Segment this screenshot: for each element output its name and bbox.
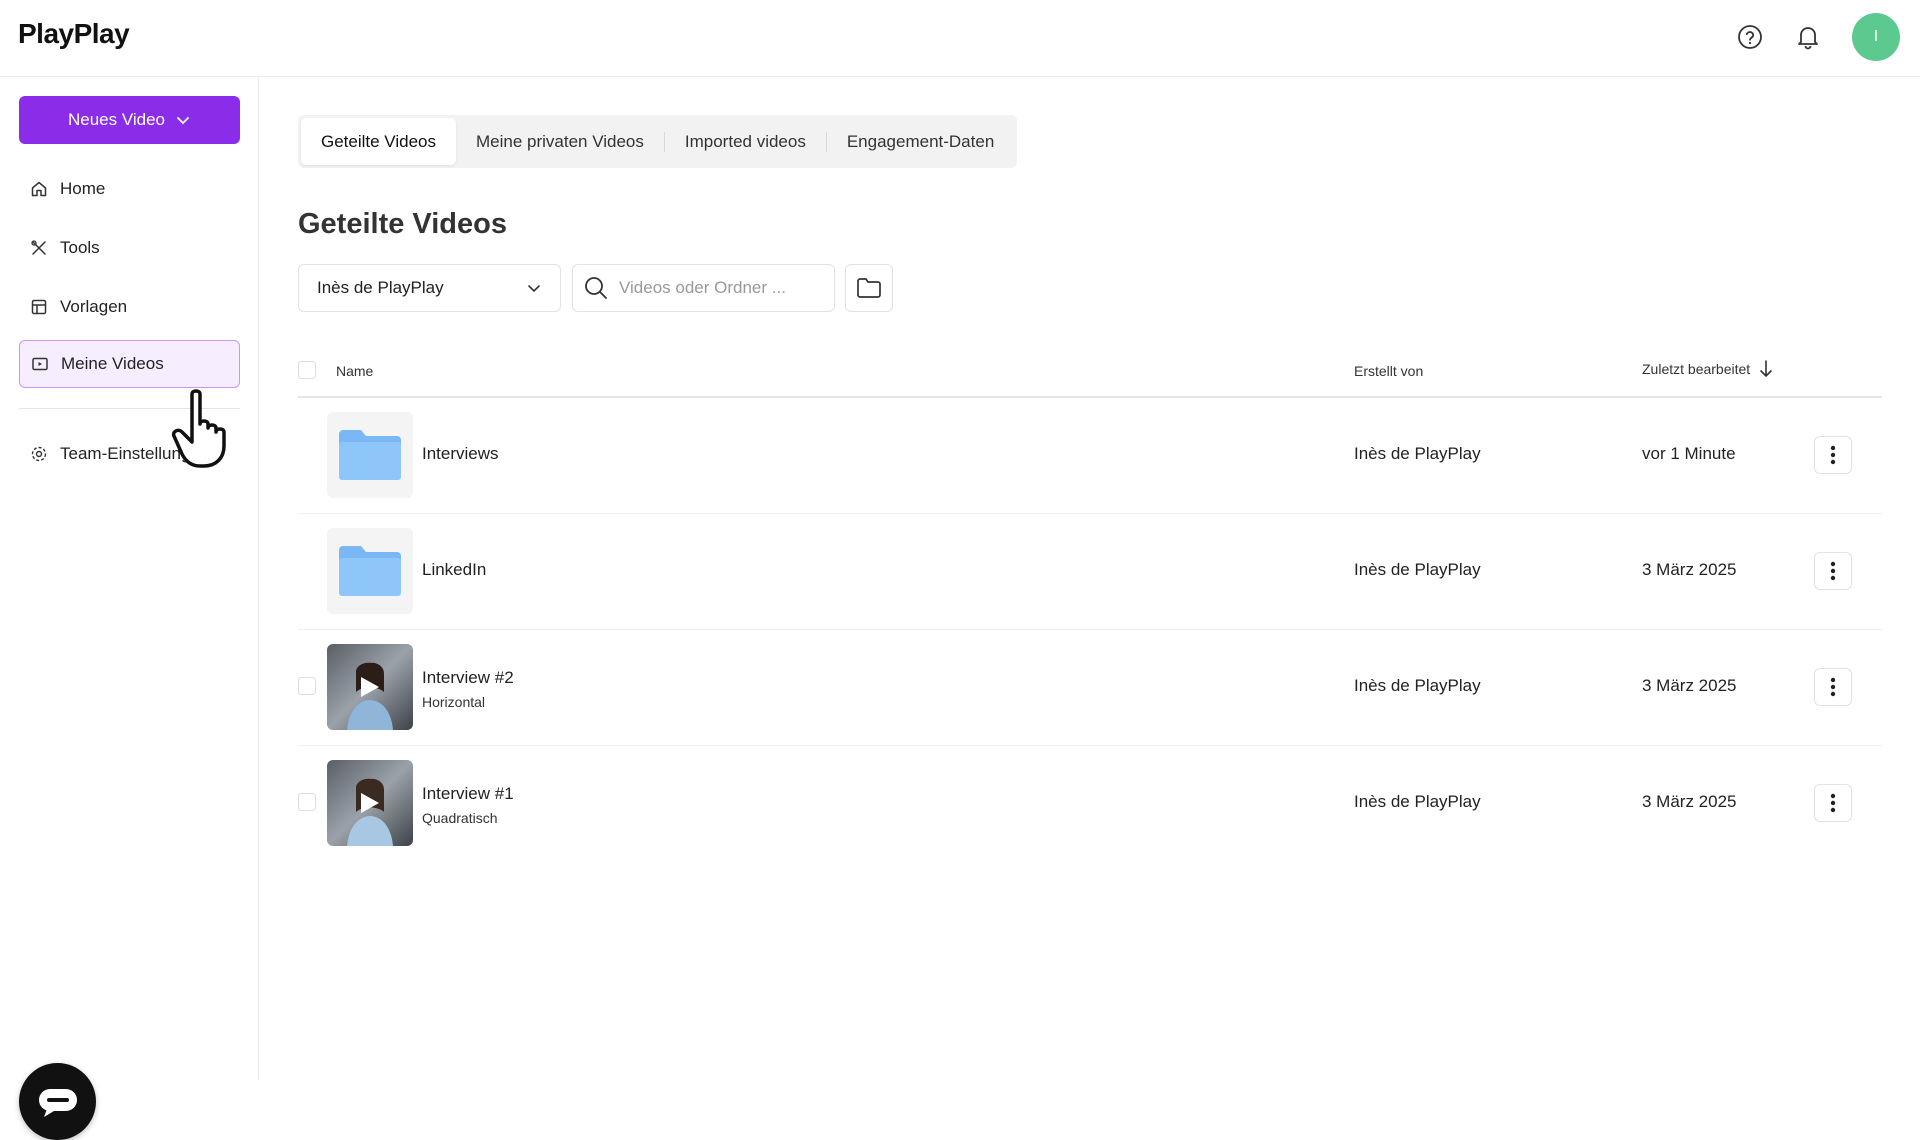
column-header-name[interactable]: Name bbox=[336, 363, 373, 379]
row-title[interactable]: Interview #2 bbox=[422, 668, 514, 688]
folder-icon bbox=[857, 278, 881, 298]
video-icon bbox=[32, 357, 48, 371]
new-folder-button[interactable] bbox=[845, 264, 893, 312]
tab-imported-videos[interactable]: Imported videos bbox=[665, 118, 826, 165]
bell-icon[interactable] bbox=[1790, 19, 1826, 55]
sidebar-item-label: Tools bbox=[60, 238, 100, 257]
folder-thumbnail bbox=[327, 528, 413, 614]
videos-table: Name Erstellt von Zuletzt bearbeitet Int… bbox=[298, 346, 1882, 862]
more-vertical-icon bbox=[1830, 561, 1836, 581]
help-icon[interactable] bbox=[1732, 19, 1768, 55]
column-header-created-by[interactable]: Erstellt von bbox=[1354, 363, 1423, 379]
row-title[interactable]: Interview #1 bbox=[422, 784, 514, 804]
sidebar-item-label: Meine Videos bbox=[61, 354, 164, 373]
row-created-by: Inès de PlayPlay bbox=[1354, 444, 1481, 463]
row-last-edited: vor 1 Minute bbox=[1642, 444, 1736, 463]
hand-cursor-icon bbox=[171, 389, 226, 468]
owner-filter-select[interactable]: Inès de PlayPlay bbox=[298, 264, 561, 312]
row-last-edited: 3 März 2025 bbox=[1642, 676, 1737, 695]
table-row[interactable]: Interviews Inès de PlayPlay vor 1 Minute bbox=[298, 398, 1882, 514]
column-header-last-edited-label: Zuletzt bearbeitet bbox=[1642, 361, 1751, 377]
row-created-by: Inès de PlayPlay bbox=[1354, 792, 1481, 811]
row-created-by: Inès de PlayPlay bbox=[1354, 676, 1481, 695]
more-vertical-icon bbox=[1830, 445, 1836, 465]
row-last-edited: 3 März 2025 bbox=[1642, 560, 1737, 579]
chat-icon bbox=[38, 1088, 77, 1117]
sidebar-item-tools[interactable]: Tools bbox=[19, 224, 240, 272]
sidebar-item-my-videos[interactable]: Meine Videos bbox=[19, 340, 240, 388]
play-icon bbox=[361, 793, 379, 813]
row-checkbox[interactable] bbox=[298, 677, 316, 695]
row-title[interactable]: Interviews bbox=[422, 444, 499, 464]
arrow-down-icon bbox=[1760, 360, 1772, 378]
table-row[interactable]: Interview #1 Quadratisch Inès de PlayPla… bbox=[298, 746, 1882, 862]
top-bar: PlayPlay I bbox=[0, 0, 1920, 77]
folder-icon bbox=[339, 546, 401, 596]
folder-icon bbox=[339, 430, 401, 480]
chevron-down-icon bbox=[528, 285, 540, 293]
top-icons: I bbox=[1732, 13, 1900, 61]
new-video-label: Neues Video bbox=[67, 110, 166, 129]
column-header-last-edited[interactable]: Zuletzt bearbeitet bbox=[1642, 359, 1774, 379]
tab-shared-videos[interactable]: Geteilte Videos bbox=[301, 118, 456, 165]
search-icon bbox=[585, 277, 607, 299]
chevron-down-icon bbox=[177, 117, 189, 125]
row-more-button[interactable] bbox=[1814, 784, 1852, 822]
search-input[interactable] bbox=[619, 278, 819, 298]
row-last-edited: 3 März 2025 bbox=[1642, 792, 1737, 811]
chat-button[interactable] bbox=[19, 1063, 96, 1140]
logo[interactable]: PlayPlay bbox=[18, 18, 130, 50]
folder-thumbnail bbox=[327, 412, 413, 498]
tab-private-videos[interactable]: Meine privaten Videos bbox=[456, 118, 664, 165]
play-icon bbox=[361, 677, 379, 697]
sidebar-item-home[interactable]: Home bbox=[19, 165, 240, 213]
home-icon bbox=[31, 181, 47, 197]
search-box bbox=[572, 264, 835, 312]
sidebar: Neues Video Home Tools Vorlagen Meine Vi… bbox=[0, 77, 259, 1140]
sidebar-item-label: Vorlagen bbox=[60, 297, 128, 316]
table-header: Name Erstellt von Zuletzt bearbeitet bbox=[298, 346, 1882, 398]
video-thumbnail[interactable] bbox=[327, 644, 413, 730]
row-title[interactable]: LinkedIn bbox=[422, 560, 486, 580]
tools-icon bbox=[31, 240, 46, 255]
gear-icon bbox=[31, 446, 47, 462]
row-more-button[interactable] bbox=[1814, 436, 1852, 474]
row-more-button[interactable] bbox=[1814, 668, 1852, 706]
view-tabs: Geteilte Videos Meine privaten Videos Im… bbox=[298, 115, 1018, 168]
more-vertical-icon bbox=[1830, 677, 1836, 697]
new-video-button[interactable]: Neues Video bbox=[19, 96, 240, 144]
template-icon bbox=[31, 299, 47, 315]
row-checkbox[interactable] bbox=[298, 793, 316, 811]
table-row[interactable]: Interview #2 Horizontal Inès de PlayPlay… bbox=[298, 630, 1882, 746]
select-all-checkbox[interactable] bbox=[298, 361, 316, 379]
owner-filter-value: Inès de PlayPlay bbox=[317, 278, 444, 297]
avatar[interactable]: I bbox=[1852, 13, 1900, 61]
sidebar-item-templates[interactable]: Vorlagen bbox=[19, 283, 240, 331]
page-title: Geteilte Videos bbox=[298, 208, 507, 240]
tab-engagement-data[interactable]: Engagement-Daten bbox=[827, 118, 1014, 165]
row-subtitle: Quadratisch bbox=[422, 810, 498, 826]
row-subtitle: Horizontal bbox=[422, 694, 486, 710]
table-row[interactable]: LinkedIn Inès de PlayPlay 3 März 2025 bbox=[298, 514, 1882, 630]
row-created-by: Inès de PlayPlay bbox=[1354, 560, 1481, 579]
video-thumbnail[interactable] bbox=[327, 760, 413, 846]
more-vertical-icon bbox=[1830, 793, 1836, 813]
sidebar-item-label: Home bbox=[60, 179, 106, 198]
row-more-button[interactable] bbox=[1814, 552, 1852, 590]
